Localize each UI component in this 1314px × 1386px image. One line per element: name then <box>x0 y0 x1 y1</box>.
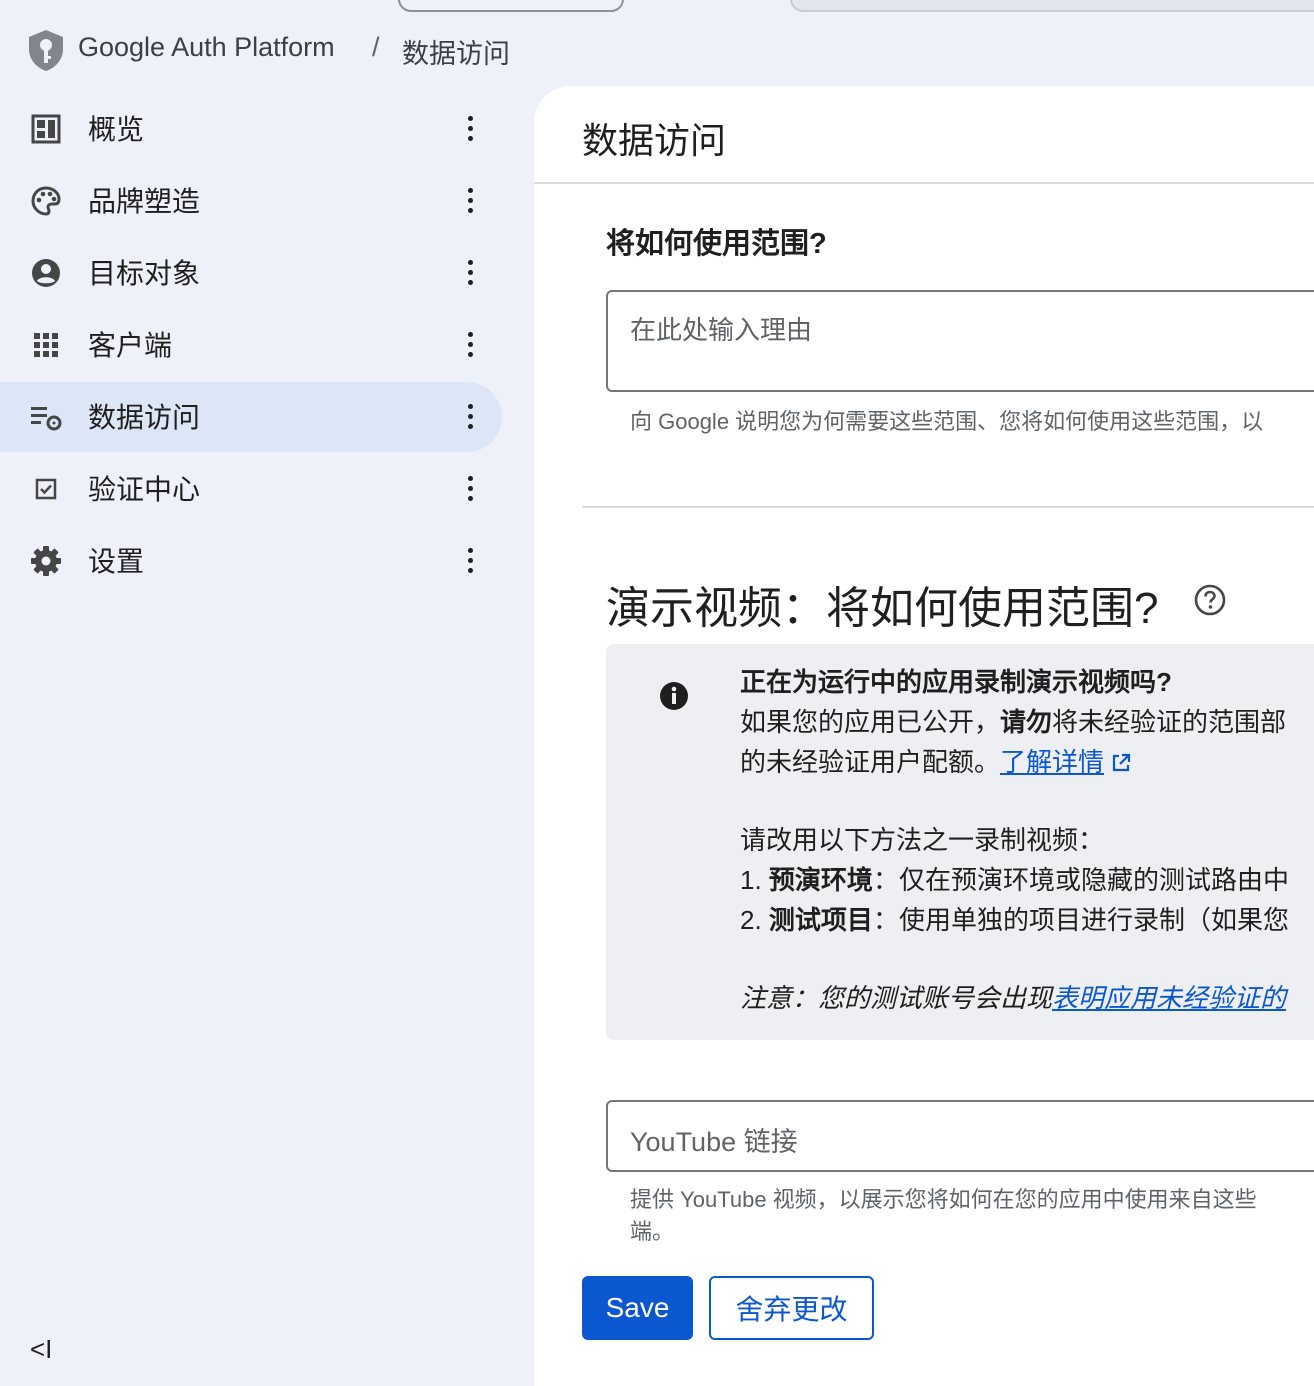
demo-video-heading: 演示视频：将如何使用范围? <box>606 584 1159 633</box>
info-item2-num: 2. <box>740 905 769 935</box>
more-vert-icon[interactable] <box>452 252 488 292</box>
info-line1-a: 如果您的应用已公开， <box>740 707 1001 737</box>
youtube-help-text: 提供 YouTube 视频，以展示您将如何在您的应用中使用来自这些 <box>630 1187 1257 1212</box>
shield-key-logo-icon <box>26 28 66 72</box>
checkbox-icon <box>28 471 64 507</box>
account-circle-icon <box>28 255 64 291</box>
sidebar-item-label: 验证中心 <box>88 474 201 505</box>
more-vert-icon[interactable] <box>452 108 488 148</box>
usage-question-heading: 将如何使用范围? <box>606 228 827 260</box>
gear-icon <box>28 543 64 579</box>
discard-changes-button[interactable]: 舍弃更改 <box>709 1276 874 1340</box>
sidebar-item-label: 品牌塑造 <box>88 186 201 217</box>
breadcrumb-separator: / <box>372 32 380 62</box>
sidebar-item-label: 客户端 <box>88 330 173 361</box>
sidebar-item-label: 目标对象 <box>88 258 201 289</box>
sidebar-item-audience[interactable]: 目标对象 <box>0 238 502 308</box>
sidebar-item-branding[interactable]: 品牌塑造 <box>0 166 502 236</box>
info-item2-bold: 测试项目 <box>768 905 873 935</box>
sidebar-item-label: 数据访问 <box>88 402 201 433</box>
youtube-link-placeholder: YouTube 链接 <box>630 1127 798 1157</box>
info-line1-c: 将未经验证的范围部 <box>1052 707 1287 737</box>
youtube-help-text-2: 端。 <box>630 1219 675 1244</box>
save-button[interactable]: Save <box>582 1276 693 1340</box>
sidebar-item-settings[interactable]: 设置 <box>0 526 502 596</box>
unverified-app-link[interactable]: 表明应用未经验证的 <box>1052 983 1286 1013</box>
info-line1-b: 请勿 <box>1000 707 1053 737</box>
palette-icon <box>28 183 64 219</box>
sidebar-item-label: 概览 <box>88 114 145 145</box>
section-divider <box>582 506 1314 508</box>
info-note: 注意：您的测试账号会出现 <box>740 983 1053 1013</box>
sidebar-item-label: 设置 <box>88 546 145 577</box>
info-item1-text: ：仅在预演环境或隐藏的测试路由中 <box>872 865 1289 895</box>
info-item1-bold: 预演环境 <box>768 865 873 895</box>
more-vert-icon[interactable] <box>452 324 488 364</box>
info-line2-a: 的未经验证用户配额。 <box>740 747 1001 777</box>
page-title: 数据访问 <box>582 120 727 161</box>
apps-grid-icon <box>28 327 64 363</box>
breadcrumb-current: 数据访问 <box>402 39 510 69</box>
info-item1-num: 1. <box>740 865 769 895</box>
reason-help-text: 向 Google 说明您为何需要这些范围、您将如何使用这些范围，以 <box>630 409 1264 434</box>
more-vert-icon[interactable] <box>452 396 488 436</box>
breadcrumb-platform[interactable]: Google Auth Platform <box>78 32 335 63</box>
open-in-new-icon <box>1112 753 1131 772</box>
info-icon <box>658 680 690 712</box>
help-icon[interactable] <box>1193 583 1227 617</box>
info-item2-text: ：使用单独的项目进行录制（如果您 <box>872 905 1289 935</box>
collapse-sidebar-icon[interactable]: <I <box>30 1334 52 1365</box>
info-callout-text: 正在为运行中的应用录制演示视频吗? 如果您的应用已公开，请勿将未经验证的范围部 … <box>740 662 1314 1018</box>
search-bar-fragment[interactable] <box>790 0 1314 12</box>
data-access-icon <box>28 399 64 435</box>
dashboard-icon <box>28 111 64 147</box>
more-vert-icon[interactable] <box>452 180 488 220</box>
reason-placeholder: 在此处输入理由 <box>630 315 813 345</box>
sidebar-item-data-access[interactable]: 数据访问 <box>0 382 502 452</box>
info-heading: 正在为运行中的应用录制演示视频吗? <box>740 667 1172 697</box>
more-vert-icon[interactable] <box>452 540 488 580</box>
sidebar-item-overview[interactable]: 概览 <box>0 94 502 164</box>
top-tab-fragment[interactable] <box>398 0 624 12</box>
more-vert-icon[interactable] <box>452 468 488 508</box>
learn-more-link[interactable]: 了解详情 <box>1000 747 1104 777</box>
sidebar-item-clients[interactable]: 客户端 <box>0 310 502 380</box>
info-line3: 请改用以下方法之一录制视频： <box>740 825 1105 855</box>
title-divider <box>534 182 1314 184</box>
sidebar-item-verification-center[interactable]: 验证中心 <box>0 454 502 524</box>
